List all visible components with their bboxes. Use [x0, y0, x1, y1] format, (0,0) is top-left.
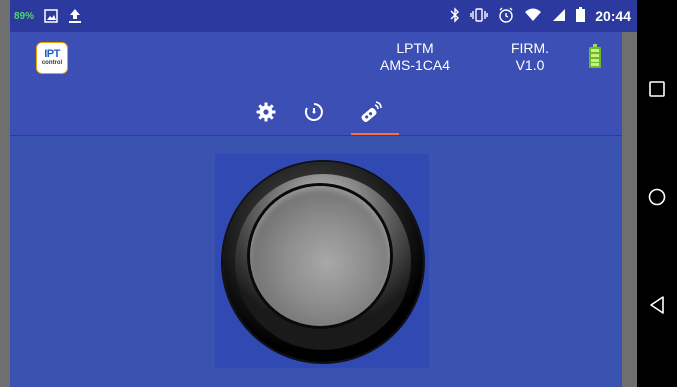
status-bar: 89% 20:44 — [10, 0, 637, 32]
back-button[interactable] — [637, 287, 677, 327]
gallery-icon — [44, 0, 58, 32]
device-id: AMS-1CA4 — [379, 57, 451, 73]
vibrate-icon — [470, 7, 488, 25]
alarm-icon — [498, 7, 514, 26]
navigation-bar — [637, 0, 677, 387]
tab-remote[interactable] — [346, 94, 396, 134]
home-button[interactable] — [637, 179, 677, 219]
right-margin — [622, 0, 637, 387]
device-battery-icon — [589, 44, 601, 68]
remote-icon — [359, 100, 383, 128]
firmware-info: FIRM. V1.0 — [500, 40, 560, 74]
signal-icon — [552, 8, 566, 25]
tab-bar — [10, 94, 622, 136]
firmware-label: FIRM. — [510, 40, 550, 56]
app-logo: IPT control — [36, 42, 68, 74]
battery-percent: 89% — [14, 10, 35, 22]
battery-icon — [576, 7, 586, 25]
square-icon — [649, 80, 665, 102]
recents-button[interactable] — [637, 71, 677, 111]
status-icons-right: 20:44 — [450, 0, 631, 32]
gear-icon — [256, 102, 276, 127]
device-name: LPTM — [396, 40, 434, 56]
left-margin — [0, 0, 10, 387]
wifi-icon — [524, 8, 542, 25]
remote-panel — [10, 136, 622, 387]
logo-text-top: IPT — [44, 48, 60, 60]
device-info: LPTM AMS-1CA4 — [360, 40, 470, 74]
tab-timer[interactable] — [289, 94, 339, 134]
logo-text-bottom: control — [41, 60, 63, 66]
app-header: IPT control LPTM AMS-1CA4 FIRM. V1.0 — [10, 32, 622, 136]
timer-icon — [303, 101, 325, 128]
upload-icon — [68, 0, 82, 32]
button-face — [250, 186, 390, 326]
clock-time: 20:44 — [595, 8, 631, 24]
remote-push-button[interactable] — [223, 162, 423, 362]
firmware-version: V1.0 — [515, 57, 545, 73]
circle-icon — [648, 188, 666, 211]
tab-settings[interactable] — [241, 94, 291, 134]
back-triangle-icon — [649, 295, 665, 319]
bluetooth-icon — [450, 6, 460, 26]
button-panel — [215, 154, 429, 368]
